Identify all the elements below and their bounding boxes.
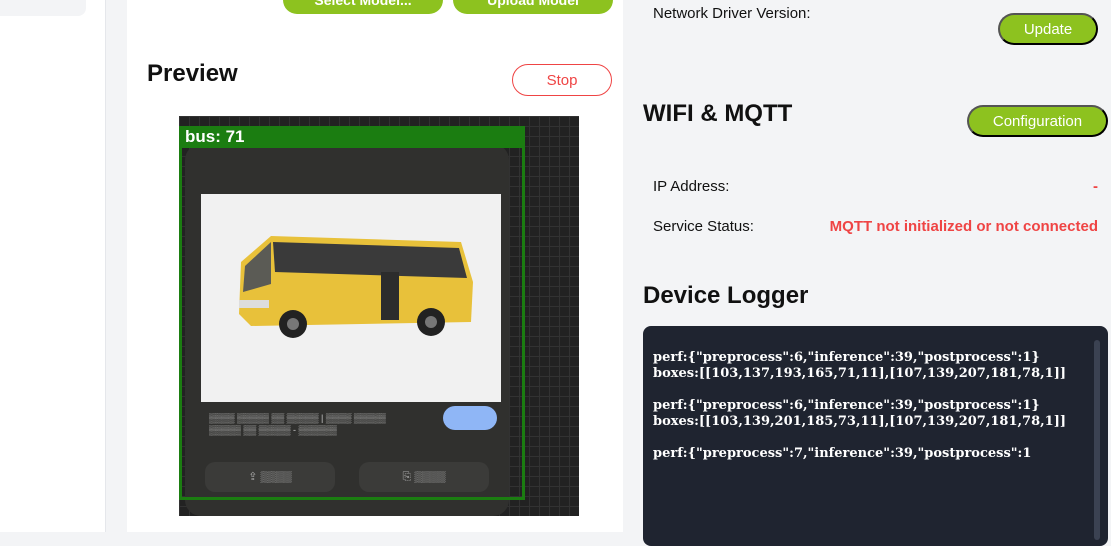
wifi-mqtt-title: WIFI & MQTT	[643, 100, 793, 127]
sidebar-item[interactable]	[0, 0, 86, 16]
ip-address-label: IP Address:	[653, 178, 730, 195]
ip-address-value: -	[1093, 178, 1098, 195]
service-status-label: Service Status:	[653, 218, 754, 235]
driver-version-label: Network Driver Version:	[653, 5, 811, 22]
device-logger-title: Device Logger	[643, 282, 809, 309]
upload-model-button[interactable]: Upload Model	[453, 0, 613, 14]
service-status-value: MQTT not initialized or not connected	[829, 218, 1098, 235]
camera-preview: ▒▒▒▒ ▒▒▒▒▒ ▒▒ ▒▒▒▒▒ | ▒▒▒▒ ▒▒▒▒▒ ▒▒▒▒▒ ▒▒…	[179, 116, 579, 516]
stop-button[interactable]: Stop	[512, 64, 612, 96]
service-status-row: Service Status: MQTT not initialized or …	[653, 218, 1098, 235]
driver-card: Network Driver Version: Update	[643, 0, 1108, 64]
device-logger[interactable]: perf:{"preprocess":6,"inference":39,"pos…	[643, 326, 1108, 546]
sidebar	[0, 0, 106, 532]
preview-panel: Select Model... Upload Model Preview Sto…	[127, 0, 623, 532]
ip-address-row: IP Address: -	[653, 178, 1098, 195]
update-button[interactable]: Update	[998, 13, 1098, 45]
configuration-button[interactable]: Configuration	[967, 105, 1108, 137]
log-entry: perf:{"preprocess":6,"inference":39,"pos…	[653, 350, 1066, 381]
detection-box	[179, 128, 525, 500]
wifi-info-card: IP Address: - Service Status: MQTT not i…	[643, 156, 1108, 256]
detection-label: bus: 71	[179, 126, 525, 148]
logger-scrollbar[interactable]	[1094, 340, 1100, 540]
preview-title: Preview	[147, 60, 238, 87]
log-entry: perf:{"preprocess":6,"inference":39,"pos…	[653, 398, 1066, 429]
log-entry: perf:{"preprocess":7,"inference":39,"pos…	[653, 446, 1032, 461]
right-column: Network Driver Version: Update WIFI & MQ…	[643, 0, 1108, 546]
select-model-button[interactable]: Select Model...	[283, 0, 443, 14]
